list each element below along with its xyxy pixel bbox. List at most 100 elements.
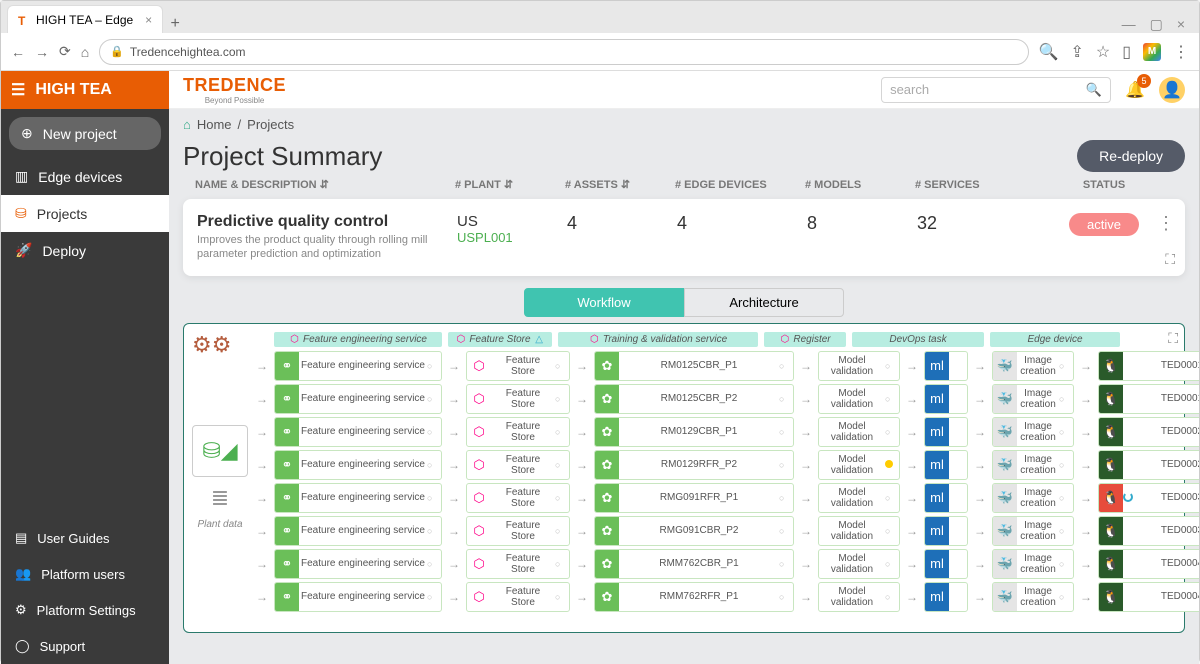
window-maximize-icon[interactable]: ▢ [1150, 16, 1163, 33]
project-card[interactable]: Predictive quality control Improves the … [183, 199, 1185, 276]
expand-icon[interactable]: ⛶ [1165, 251, 1175, 268]
node-ml[interactable]: ml [924, 582, 968, 612]
window-close-icon[interactable]: × [1177, 16, 1185, 33]
sidebar-item-guides[interactable]: ▤User Guides [1, 520, 169, 556]
node-fe[interactable]: ⚭Feature engineering service○ [274, 549, 442, 579]
tab-close-icon[interactable]: × [145, 13, 152, 27]
browser-menu-icon[interactable]: ⋮ [1173, 42, 1189, 62]
tab-workflow[interactable]: Workflow [524, 288, 684, 317]
node-ml[interactable]: ml [924, 384, 968, 414]
new-tab-button[interactable]: + [163, 15, 187, 33]
reload-icon[interactable]: ⟳ [59, 43, 71, 60]
node-image[interactable]: 🐳Image creation○ [992, 549, 1074, 579]
back-icon[interactable]: ← [11, 44, 25, 60]
home-icon[interactable]: ⌂ [183, 117, 191, 132]
node-edge[interactable]: 🐧TED0004 [1098, 582, 1199, 612]
node-fs[interactable]: ⬡Feature Store○ [466, 582, 570, 612]
col-name[interactable]: NAME & DESCRIPTION [195, 179, 317, 191]
node-ml[interactable]: ml [924, 483, 968, 513]
node-fe[interactable]: ⚭Feature engineering service○ [274, 384, 442, 414]
node-register[interactable]: Model validation○ [818, 549, 900, 579]
sidebar-item-edge-devices[interactable]: ▥ Edge devices [1, 158, 169, 195]
node-fe[interactable]: ⚭Feature engineering service○ [274, 516, 442, 546]
col-assets[interactable]: # ASSETS [565, 179, 618, 191]
node-image[interactable]: 🐳Image creation○ [992, 450, 1074, 480]
project-name: Predictive quality control [197, 213, 457, 231]
node-fs[interactable]: ⬡Feature Store○ [466, 483, 570, 513]
node-image[interactable]: 🐳Image creation○ [992, 582, 1074, 612]
node-register[interactable]: Model validation○ [818, 582, 900, 612]
plant-data-node[interactable]: ⛁◢ [192, 425, 248, 477]
sidebar-item-support[interactable]: ◯Support [1, 628, 169, 664]
node-edge[interactable]: 🐧TED0002 [1098, 450, 1199, 480]
node-ml[interactable]: ml [924, 351, 968, 381]
node-register[interactable]: Model validation [818, 450, 900, 480]
avatar[interactable]: 👤 [1159, 77, 1185, 103]
redeploy-button[interactable]: Re-deploy [1077, 140, 1185, 172]
node-tr[interactable]: ✿RM0125CBR_P1○ [594, 351, 794, 381]
node-register[interactable]: Model validation○ [818, 483, 900, 513]
node-tr[interactable]: ✿RMG091CBR_P2○ [594, 516, 794, 546]
sidebar-item-users[interactable]: 👥Platform users [1, 556, 169, 592]
node-fe[interactable]: ⚭Feature engineering service○ [274, 417, 442, 447]
window-minimize-icon[interactable]: — [1122, 16, 1136, 33]
fullscreen-icon[interactable]: ⛶ [1168, 330, 1178, 347]
node-tr[interactable]: ✿RMM762RFR_P1○ [594, 582, 794, 612]
new-project-button[interactable]: ⊕ New project [9, 117, 161, 150]
node-tr[interactable]: ✿RM0129CBR_P1○ [594, 417, 794, 447]
crumb-home[interactable]: Home [197, 117, 232, 132]
node-fs[interactable]: ⬡Feature Store○ [466, 450, 570, 480]
node-edge[interactable]: 🐧TED0001 [1098, 384, 1199, 414]
node-fs[interactable]: ⬡Feature Store○ [466, 384, 570, 414]
home-nav-icon[interactable]: ⌂ [81, 44, 89, 60]
node-image[interactable]: 🐳Image creation○ [992, 384, 1074, 414]
node-tr[interactable]: ✿RMG091RFR_P1○ [594, 483, 794, 513]
node-edge[interactable]: 🐧TED0004 [1098, 549, 1199, 579]
notifications-button[interactable]: 🔔 5 [1125, 80, 1145, 100]
device-icon[interactable]: ▯ [1122, 42, 1131, 62]
node-fe[interactable]: ⚭Feature engineering service○ [274, 582, 442, 612]
node-fs[interactable]: ⬡Feature Store○ [466, 417, 570, 447]
browser-tab[interactable]: T HIGH TEA – Edge × [7, 5, 163, 33]
forward-icon[interactable]: → [35, 44, 49, 60]
search-input[interactable]: search 🔍 [881, 77, 1111, 103]
node-tr[interactable]: ✿RMM762CBR_P1○ [594, 549, 794, 579]
node-fe[interactable]: ⚭Feature engineering service○ [274, 351, 442, 381]
share-icon[interactable]: ⇪ [1070, 42, 1083, 62]
star-icon: ✿ [595, 517, 619, 545]
col-plant[interactable]: # PLANT [455, 179, 501, 191]
card-menu-icon[interactable]: ⋮ [1157, 213, 1175, 234]
node-fs[interactable]: ⬡Feature Store○ [466, 516, 570, 546]
node-tr[interactable]: ✿RM0129RFR_P2○ [594, 450, 794, 480]
sidebar-item-projects[interactable]: ⛁ Projects [1, 195, 169, 232]
node-tr[interactable]: ✿RM0125CBR_P2○ [594, 384, 794, 414]
node-fs[interactable]: ⬡Feature Store○ [466, 549, 570, 579]
node-edge[interactable]: 🐧TED0001 [1098, 351, 1199, 381]
node-ml[interactable]: ml [924, 549, 968, 579]
search-browser-icon[interactable]: 🔍 [1039, 42, 1059, 62]
node-image[interactable]: 🐳Image creation○ [992, 351, 1074, 381]
node-edge[interactable]: 🐧TED0003 [1098, 516, 1199, 546]
favorite-icon[interactable]: ☆ [1096, 42, 1110, 62]
sidebar-item-deploy[interactable]: 🚀 Deploy [1, 232, 169, 269]
node-register[interactable]: Model validation○ [818, 351, 900, 381]
tab-architecture[interactable]: Architecture [684, 288, 844, 317]
node-register[interactable]: Model validation○ [818, 384, 900, 414]
sidebar-item-settings[interactable]: ⚙Platform Settings [1, 592, 169, 628]
gmail-icon[interactable]: M [1143, 43, 1161, 61]
node-ml[interactable]: ml [924, 417, 968, 447]
node-fe[interactable]: ⚭Feature engineering service○ [274, 450, 442, 480]
node-image[interactable]: 🐳Image creation○ [992, 516, 1074, 546]
node-image[interactable]: 🐳Image creation○ [992, 417, 1074, 447]
node-edge[interactable]: 🐧TED0003 [1098, 483, 1199, 513]
node-edge[interactable]: 🐧TED0002 [1098, 417, 1199, 447]
node-fs[interactable]: ⬡Feature Store○ [466, 351, 570, 381]
node-fe[interactable]: ⚭Feature engineering service○ [274, 483, 442, 513]
node-ml[interactable]: ml [924, 450, 968, 480]
menu-icon[interactable]: ☰ [11, 80, 25, 100]
node-ml[interactable]: ml [924, 516, 968, 546]
node-register[interactable]: Model validation○ [818, 516, 900, 546]
address-bar[interactable]: 🔒 Tredencehightea.com [99, 39, 1028, 65]
node-image[interactable]: 🐳Image creation○ [992, 483, 1074, 513]
node-register[interactable]: Model validation○ [818, 417, 900, 447]
